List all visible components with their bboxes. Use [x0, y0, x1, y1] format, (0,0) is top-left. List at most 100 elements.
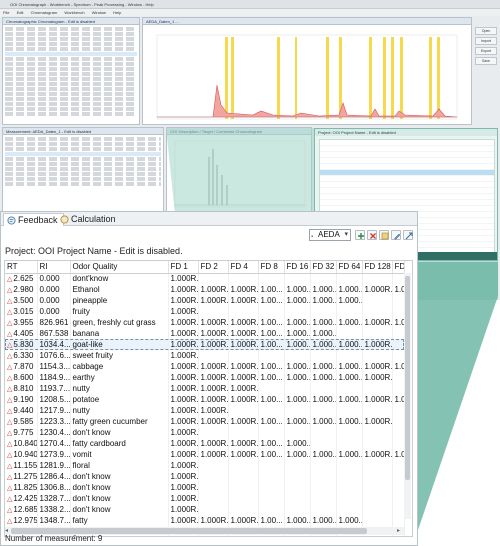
cell-fd[interactable]: 1.000...	[310, 416, 337, 427]
cell-ri[interactable]: 1208.5...	[37, 394, 71, 405]
cell-rt[interactable]: △8.600	[5, 372, 38, 383]
cell-fd[interactable]	[284, 460, 311, 471]
cell-fd[interactable]: 1.000R...	[198, 416, 229, 427]
cell-fd[interactable]: 1.000R...	[228, 328, 259, 339]
cell-fd[interactable]: 1.000R...	[168, 339, 199, 350]
cell-fd[interactable]	[310, 306, 337, 317]
cell-fd[interactable]	[228, 273, 259, 284]
cell-fd[interactable]: 1.000R...	[392, 284, 405, 295]
cell-fd[interactable]: 1.000R...	[168, 295, 199, 306]
cell-fd[interactable]	[284, 405, 311, 416]
cell-fd[interactable]: 1.000R...	[168, 515, 199, 526]
cell-fd[interactable]: 1.000...	[284, 284, 311, 295]
cell-fd[interactable]	[392, 339, 405, 350]
cell-fd[interactable]	[392, 295, 405, 306]
cell-fd[interactable]: 1.000R...	[228, 361, 259, 372]
cell-rt[interactable]: △3.015	[5, 306, 38, 317]
cell-fd[interactable]	[336, 493, 363, 504]
cell-ri[interactable]: 1230.4...	[37, 427, 71, 438]
cell-fd[interactable]	[310, 350, 337, 361]
cell-odor-quality[interactable]: earthy	[70, 372, 169, 383]
cell-fd[interactable]: 1.000R...	[362, 416, 393, 427]
cell-odor-quality[interactable]: banana	[70, 328, 169, 339]
cell-fd[interactable]: 1.000R...	[168, 350, 199, 361]
cell-fd[interactable]: 1.000R...	[392, 361, 405, 372]
cell-fd[interactable]	[284, 482, 311, 493]
cell-fd[interactable]	[392, 493, 405, 504]
cell-fd[interactable]	[392, 460, 405, 471]
cell-fd[interactable]	[362, 273, 393, 284]
cell-rt[interactable]: △11.155	[5, 460, 38, 471]
cell-fd[interactable]: 1.000...	[284, 328, 311, 339]
cell-fd[interactable]	[258, 405, 285, 416]
cell-odor-quality[interactable]: vomit	[70, 449, 169, 460]
cell-fd[interactable]	[228, 504, 259, 515]
cell-odor-quality[interactable]: don't know	[70, 427, 169, 438]
cell-fd[interactable]	[198, 273, 229, 284]
cell-rt[interactable]: △2.625	[5, 273, 38, 284]
cell-fd[interactable]	[310, 427, 337, 438]
cell-fd[interactable]: 1.00...	[258, 361, 285, 372]
cell-fd[interactable]	[258, 306, 285, 317]
cell-fd[interactable]: 1.00...	[258, 295, 285, 306]
table-row[interactable]: △2.6250.000dont'know1.000R...	[5, 273, 405, 284]
column-header-fd2[interactable]: FD 2	[198, 261, 229, 274]
cell-fd[interactable]: 1.000R...	[228, 383, 259, 394]
cell-fd[interactable]	[336, 350, 363, 361]
cell-fd[interactable]	[310, 273, 337, 284]
cell-fd[interactable]: 1.000...	[336, 295, 363, 306]
cell-fd[interactable]	[310, 405, 337, 416]
cell-fd[interactable]: 1.00...	[258, 416, 285, 427]
cell-fd[interactable]: 1.000...	[284, 449, 311, 460]
cell-fd[interactable]: 1.000R...	[228, 438, 259, 449]
cell-fd[interactable]: 1.000...	[336, 361, 363, 372]
cell-odor-quality[interactable]: fruity	[70, 306, 169, 317]
cell-fd[interactable]	[362, 350, 393, 361]
cell-fd[interactable]	[228, 460, 259, 471]
table-row[interactable]: △12.4251328.7...don't know1.000R...	[5, 493, 405, 504]
cell-ri[interactable]: 826.961	[37, 317, 71, 328]
cell-fd[interactable]: 1.000R...	[362, 372, 393, 383]
cell-fd[interactable]	[228, 471, 259, 482]
cell-fd[interactable]: 1.000R...	[198, 372, 229, 383]
cell-fd[interactable]	[228, 405, 259, 416]
cell-fd[interactable]: 1.000R...	[392, 317, 405, 328]
cell-fd[interactable]	[336, 471, 363, 482]
table-row[interactable]: △3.5000.000pineapple1.000R...1.000R...1.…	[5, 295, 405, 306]
cell-fd[interactable]: 1.000R...	[168, 504, 199, 515]
cell-odor-quality[interactable]: fatty	[70, 515, 169, 526]
cell-ri[interactable]: 1306.8...	[37, 482, 71, 493]
cell-fd[interactable]	[198, 460, 229, 471]
column-header-fd64[interactable]: FD 64	[336, 261, 363, 274]
cell-fd[interactable]: 1.000...	[284, 295, 311, 306]
cell-fd[interactable]	[392, 416, 405, 427]
table-row[interactable]: △7.8701154.3...cabbage1.000R...1.000R...…	[5, 361, 405, 372]
cell-fd[interactable]: 1.000R...	[168, 471, 199, 482]
cell-fd[interactable]: 1.000...	[310, 295, 337, 306]
cell-fd[interactable]	[284, 273, 311, 284]
cell-ri[interactable]: 1281.9...	[37, 460, 71, 471]
cell-fd[interactable]	[258, 493, 285, 504]
cell-fd[interactable]: 1.000R...	[362, 361, 393, 372]
table-row[interactable]: △10.9401273.9...vomit1.000R...1.000R...1…	[5, 449, 405, 460]
cell-fd[interactable]: 1.000...	[284, 361, 311, 372]
cell-fd[interactable]	[228, 482, 259, 493]
column-header-fd4[interactable]: FD 4	[228, 261, 259, 274]
cell-odor-quality[interactable]: nutty	[70, 405, 169, 416]
cell-fd[interactable]	[362, 306, 393, 317]
cell-fd[interactable]	[284, 383, 311, 394]
cell-fd[interactable]: 1.000...	[310, 284, 337, 295]
cell-fd[interactable]: 1.000R...	[168, 416, 199, 427]
cell-fd[interactable]: 1.000...	[336, 372, 363, 383]
cell-fd[interactable]: 1.000...	[284, 438, 311, 449]
cell-odor-quality[interactable]: cabbage	[70, 361, 169, 372]
cell-fd[interactable]	[392, 372, 405, 383]
cell-fd[interactable]	[258, 504, 285, 515]
table-row[interactable]: △8.8101193.7...nutty1.000R...1.000R...1.…	[5, 383, 405, 394]
cell-ri[interactable]: 1034.4...	[37, 339, 71, 350]
cell-fd[interactable]	[198, 493, 229, 504]
cell-fd[interactable]: 1.000R...	[168, 493, 199, 504]
cell-fd[interactable]	[310, 438, 337, 449]
cell-fd[interactable]	[392, 482, 405, 493]
column-header-ri[interactable]: RI	[37, 261, 71, 274]
